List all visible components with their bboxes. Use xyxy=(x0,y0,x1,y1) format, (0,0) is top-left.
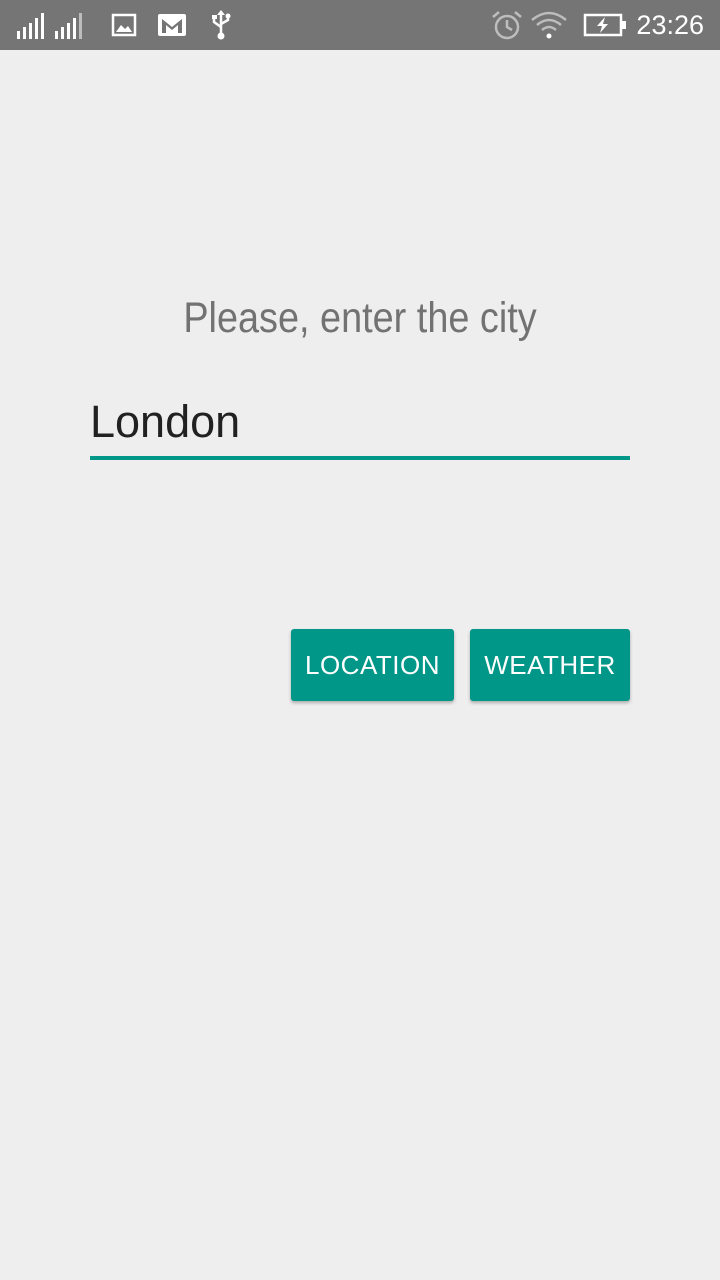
gmail-icon xyxy=(156,0,188,50)
city-input-underline xyxy=(90,456,630,460)
usb-icon xyxy=(206,0,236,50)
location-button[interactable]: LOCATION xyxy=(291,629,454,701)
image-notification-icon xyxy=(110,0,138,50)
status-bar-clock: 23:26 xyxy=(636,10,704,40)
city-prompt: Please, enter the city xyxy=(183,294,537,342)
status-bar: 23:26 xyxy=(0,0,720,50)
battery-charging-icon xyxy=(582,0,628,50)
signal-sim2-icon xyxy=(52,0,86,50)
signal-sim1-icon xyxy=(14,0,48,50)
city-input[interactable] xyxy=(90,390,630,454)
weather-button[interactable]: WEATHER xyxy=(470,629,630,701)
wifi-icon xyxy=(529,0,569,50)
city-field[interactable] xyxy=(90,390,630,460)
alarm-icon xyxy=(489,0,525,50)
